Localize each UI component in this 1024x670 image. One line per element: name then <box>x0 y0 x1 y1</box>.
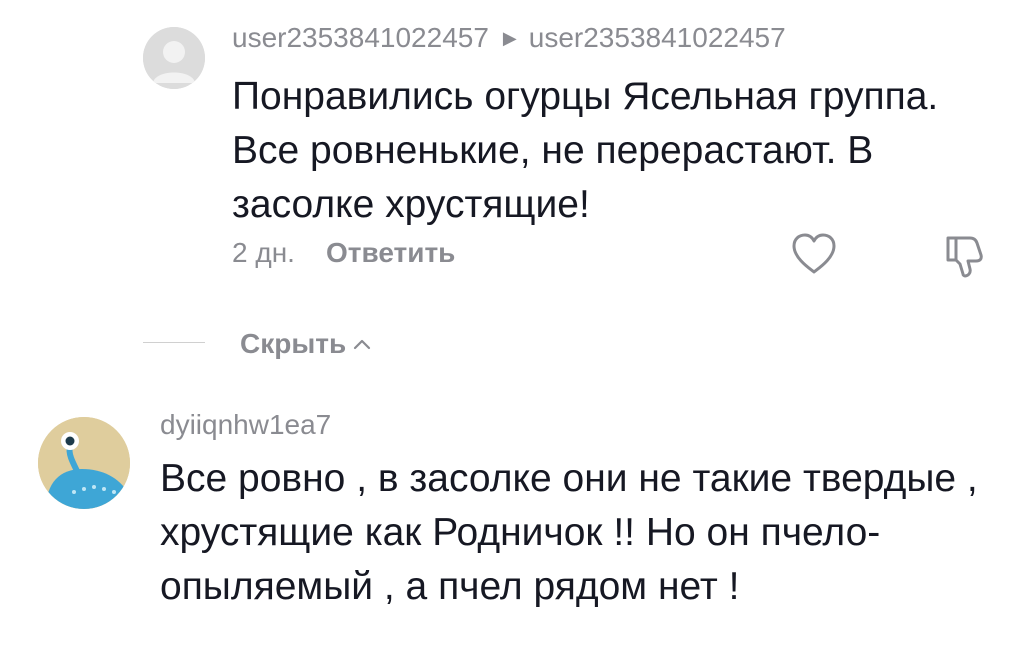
default-avatar-icon <box>143 27 205 89</box>
reply-button[interactable]: Ответить <box>326 237 455 269</box>
monster-avatar-icon <box>38 417 130 509</box>
hide-replies-button[interactable]: Скрыть <box>240 328 372 360</box>
heart-outline-icon[interactable] <box>790 232 838 276</box>
thumbs-down-outline-icon[interactable] <box>940 230 990 280</box>
chevron-up-icon <box>354 339 371 350</box>
reply-timestamp: 2 дн. <box>232 237 295 268</box>
reply-author-name[interactable]: user2353841022457 <box>232 22 489 54</box>
triangle-right-icon: ▶ <box>502 27 517 48</box>
reply-author-avatar[interactable] <box>143 27 205 89</box>
reply-comment-text: Понравились огурцы Ясельная группа. Все … <box>232 75 939 226</box>
comment-text: Все ровно , в засолке они не такие тверд… <box>160 457 978 608</box>
comment-author-avatar[interactable] <box>38 417 130 509</box>
reply-to-name[interactable]: user2353841022457 <box>529 22 786 54</box>
thread-divider-line <box>143 342 205 343</box>
comment-author-name[interactable]: dyiiqnhw1ea7 <box>160 409 331 441</box>
reply-user-line: user2353841022457 ▶ user2353841022457 <box>232 22 786 54</box>
hide-replies-label: Скрыть <box>240 328 347 359</box>
